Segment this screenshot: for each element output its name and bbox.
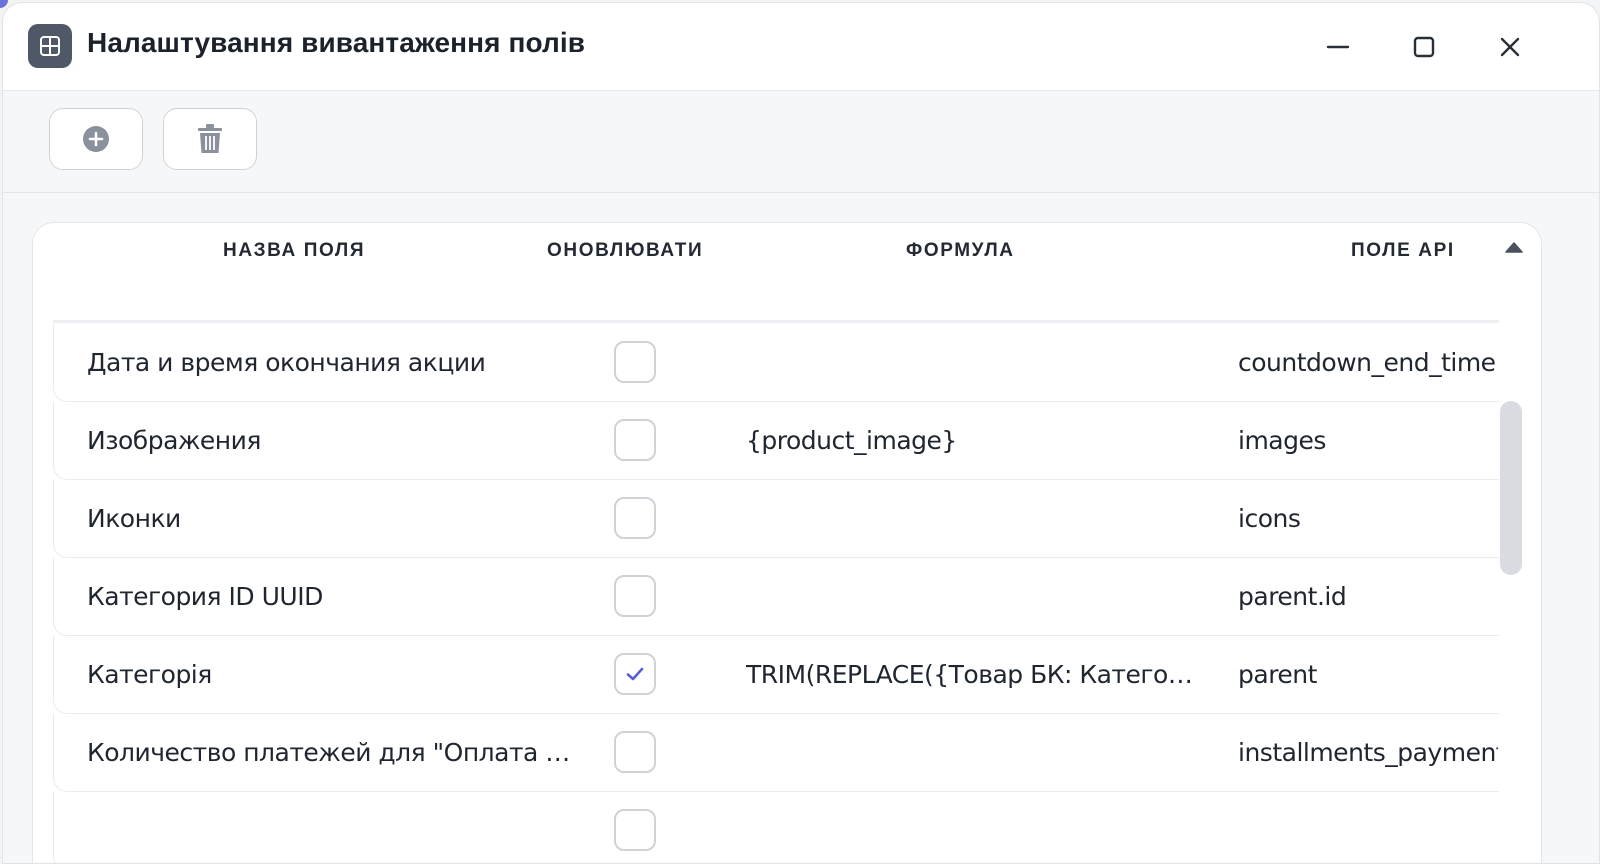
table-row[interactable] bbox=[53, 792, 1499, 863]
api-field-cell: icons bbox=[1238, 504, 1301, 533]
table-row[interactable]: Категория ID UUID parent.id bbox=[53, 558, 1499, 636]
table-row[interactable]: Дата и время окончания акции countdown_en… bbox=[53, 324, 1499, 402]
checkmark-icon bbox=[626, 667, 644, 681]
sort-up-icon[interactable] bbox=[1505, 241, 1523, 253]
update-checkbox[interactable] bbox=[614, 497, 656, 539]
maximize-icon bbox=[1413, 36, 1435, 58]
update-checkbox[interactable] bbox=[614, 653, 656, 695]
update-checkbox[interactable] bbox=[614, 809, 656, 851]
plus-circle-icon bbox=[83, 126, 109, 152]
update-checkbox[interactable] bbox=[614, 731, 656, 773]
formula-cell[interactable] bbox=[746, 714, 1206, 792]
header-divider bbox=[53, 320, 1499, 323]
grid-app-icon bbox=[28, 24, 72, 68]
field-name-cell: Категория ID UUID bbox=[87, 582, 323, 611]
add-field-button[interactable] bbox=[49, 108, 143, 170]
update-checkbox[interactable] bbox=[614, 419, 656, 461]
minimize-button[interactable] bbox=[1316, 25, 1360, 69]
field-name-cell: Дата и время окончания акции bbox=[87, 348, 486, 377]
column-header-update[interactable]: ОНОВЛЮВАТИ bbox=[547, 240, 703, 262]
table-row[interactable]: Количество платежей для "Оплата час... in… bbox=[53, 714, 1499, 792]
api-field-cell: parent bbox=[1238, 660, 1317, 689]
table-row[interactable]: Иконки icons bbox=[53, 480, 1499, 558]
scrollbar-thumb[interactable] bbox=[1500, 401, 1522, 575]
fields-table: НАЗВА ПОЛЯ ОНОВЛЮВАТИ ФОРМУЛА ПОЛЕ API Д… bbox=[32, 222, 1542, 863]
window-title: Налаштування вивантаження полів bbox=[87, 27, 586, 58]
table-header: НАЗВА ПОЛЯ ОНОВЛЮВАТИ ФОРМУЛА ПОЛЕ API bbox=[33, 223, 1541, 323]
field-export-settings-window: Налаштування вивантаження полів НАЗВА ПО… bbox=[2, 2, 1600, 864]
api-field-cell: installments_payment bbox=[1238, 738, 1498, 767]
field-name-cell: Иконки bbox=[87, 504, 181, 533]
column-header-formula[interactable]: ФОРМУЛА bbox=[906, 240, 1015, 262]
update-checkbox[interactable] bbox=[614, 575, 656, 617]
table-row[interactable]: Изображения {product_image} images bbox=[53, 402, 1499, 480]
api-field-cell: parent.id bbox=[1238, 582, 1347, 611]
formula-cell[interactable] bbox=[746, 792, 1206, 863]
field-name-cell: Изображения bbox=[87, 426, 261, 455]
column-header-name[interactable]: НАЗВА ПОЛЯ bbox=[223, 240, 365, 262]
formula-cell[interactable] bbox=[746, 558, 1206, 636]
formula-cell[interactable]: {product_image} bbox=[746, 402, 1206, 480]
column-header-api[interactable]: ПОЛЕ API bbox=[1351, 240, 1455, 262]
minimize-icon bbox=[1326, 45, 1350, 49]
api-field-cell: countdown_end_time bbox=[1238, 348, 1496, 377]
formula-cell[interactable]: TRIM(REPLACE({Товар БК: Категорія}, "... bbox=[746, 636, 1206, 714]
trash-icon bbox=[198, 124, 222, 153]
title-bar: Налаштування вивантаження полів bbox=[3, 3, 1599, 91]
field-name-cell bbox=[87, 792, 577, 863]
maximize-button[interactable] bbox=[1402, 25, 1446, 69]
api-field-cell: images bbox=[1238, 426, 1326, 455]
field-name-cell: Категорія bbox=[87, 660, 212, 689]
delete-field-button[interactable] bbox=[163, 108, 257, 170]
table-row[interactable]: Категорія TRIM(REPLACE({Товар БК: Категор… bbox=[53, 636, 1499, 714]
close-button[interactable] bbox=[1488, 25, 1532, 69]
toolbar bbox=[3, 91, 1599, 193]
update-checkbox[interactable] bbox=[614, 341, 656, 383]
formula-cell[interactable] bbox=[746, 324, 1206, 402]
field-name-cell: Количество платежей для "Оплата час... bbox=[87, 738, 577, 767]
formula-cell[interactable] bbox=[746, 480, 1206, 558]
api-field-cell bbox=[1238, 792, 1498, 863]
close-icon bbox=[1500, 37, 1520, 57]
